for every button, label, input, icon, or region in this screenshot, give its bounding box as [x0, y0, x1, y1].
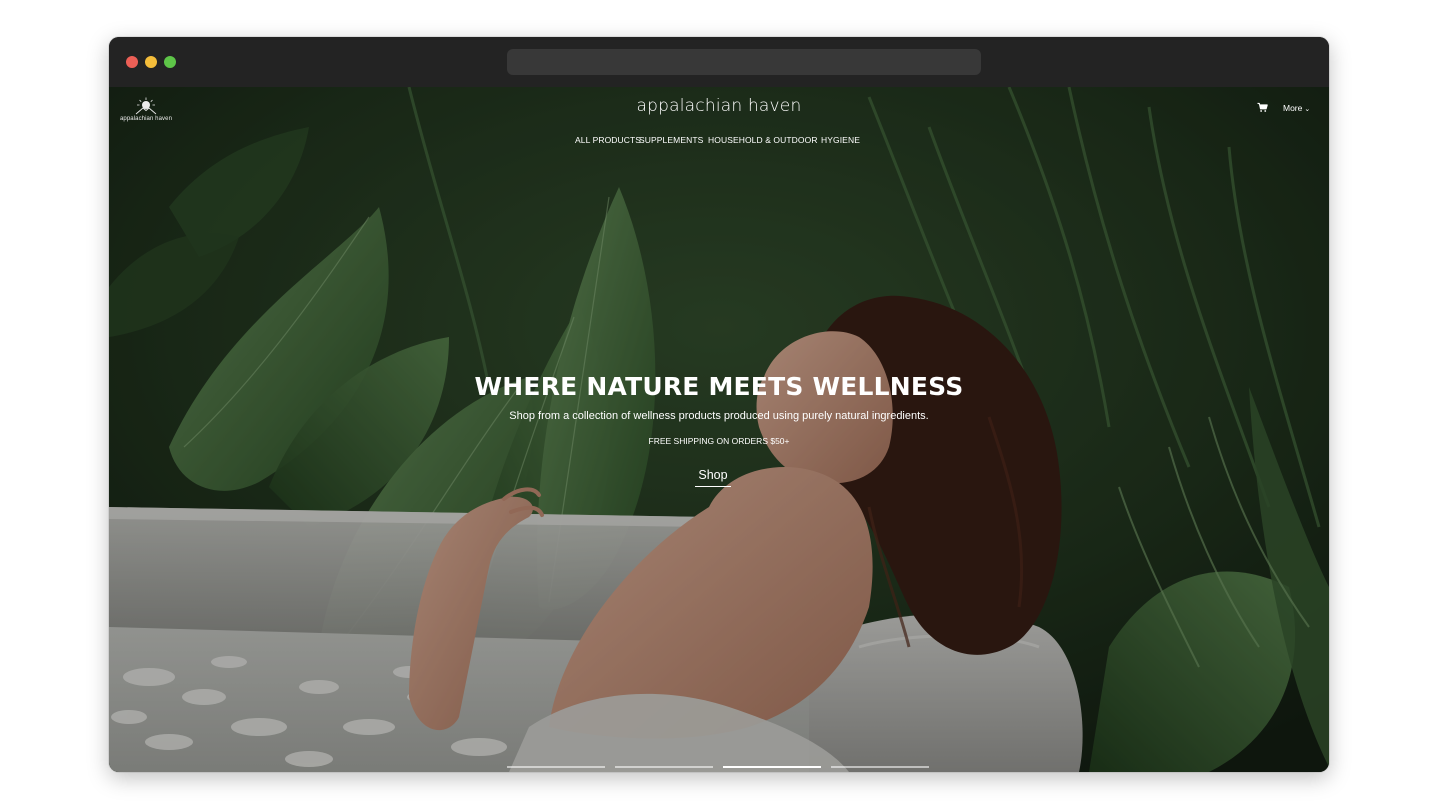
shop-button[interactable]: Shop: [695, 468, 731, 487]
slide-indicator-4[interactable]: [831, 766, 929, 768]
hero-headline: WHERE NATURE MEETS WELLNESS: [474, 372, 964, 401]
hero-overlay: [109, 87, 1329, 772]
minimize-window-button[interactable]: [145, 56, 157, 68]
nav-item-hygiene[interactable]: HYGIENE: [821, 135, 860, 145]
slide-indicator-3[interactable]: [723, 766, 821, 768]
maximize-window-button[interactable]: [164, 56, 176, 68]
nav-item-all-products[interactable]: ALL PRODUCTS: [575, 135, 641, 145]
browser-titlebar: [109, 37, 1329, 87]
address-bar[interactable]: [507, 49, 981, 75]
chevron-down-icon: ⌄: [1304, 106, 1311, 113]
browser-window: appalachian haven appalachian haven ALL …: [109, 37, 1329, 772]
more-label: More: [1283, 103, 1303, 113]
hero-subheadline: Shop from a collection of wellness produ…: [509, 410, 929, 422]
logo-text: appalachian haven: [119, 116, 173, 122]
close-window-button[interactable]: [126, 56, 138, 68]
page-viewport: appalachian haven appalachian haven ALL …: [109, 87, 1329, 772]
brand-title[interactable]: appalachian haven: [109, 96, 1329, 116]
slide-indicator-1[interactable]: [507, 766, 605, 768]
shipping-note: FREE SHIPPING ON ORDERS $50+: [648, 436, 790, 446]
nav-item-household-outdoor[interactable]: HOUSEHOLD & OUTDOOR: [708, 135, 818, 145]
more-menu-button[interactable]: More ⌄: [1283, 103, 1310, 113]
slide-indicator-2[interactable]: [615, 766, 713, 768]
cart-icon[interactable]: [1257, 102, 1268, 113]
nav-item-supplements[interactable]: SUPPLEMENTS: [639, 135, 703, 145]
main-nav: ALL PRODUCTS SUPPLEMENTS HOUSEHOLD & OUT…: [109, 135, 1329, 149]
